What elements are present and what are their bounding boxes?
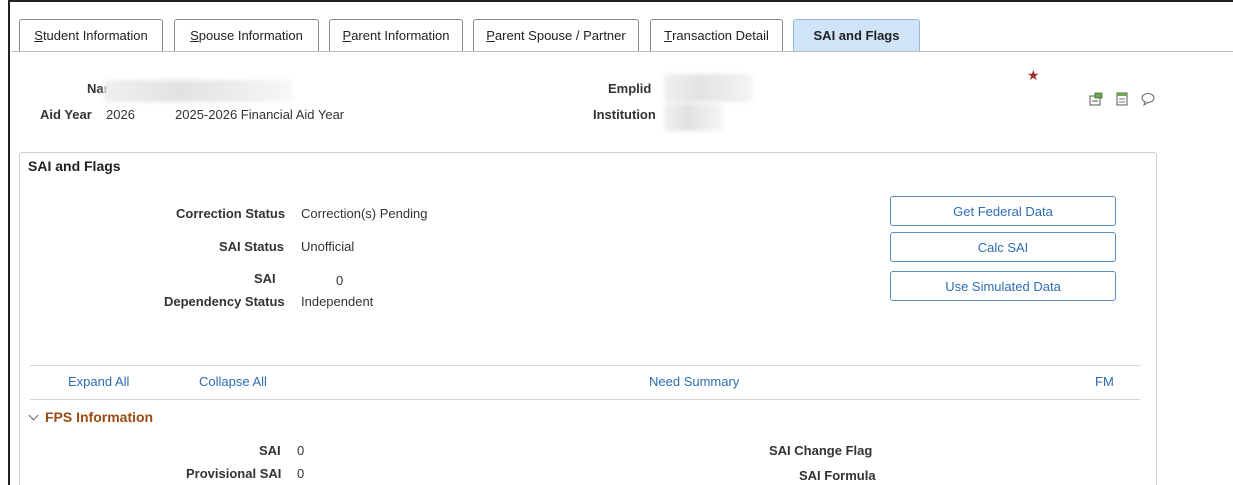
use-simulated-data-button[interactable]: Use Simulated Data [890,271,1116,301]
collapse-all-link[interactable]: Collapse All [199,374,267,389]
fps-sai-value: 0 [297,443,305,458]
provisional-sai-label: Provisional SAI [186,466,282,481]
related-info-icon[interactable] [1089,92,1103,106]
tab-label: arent Spouse / Partner [494,28,626,43]
tab-sai-and-flags[interactable]: SAI and Flags [793,19,920,51]
section-title: SAI and Flags [28,158,121,174]
aid-year-description: 2025-2026 Financial Aid Year [175,107,345,122]
emplid-value-redacted [664,74,754,102]
aid-year-label: Aid Year [40,107,92,122]
notepad-icon[interactable] [1115,92,1129,106]
correction-status-label: Correction Status [176,206,286,221]
dependency-status-label: Dependency Status [164,294,285,309]
tab-parent-spouse-partner[interactable]: Parent Spouse / Partner [473,19,639,51]
tab-spouse-information[interactable]: Spouse Information [174,19,319,51]
sai-status-value: Unofficial [301,239,355,254]
required-star-icon: ★ [1027,67,1040,83]
comment-icon[interactable] [1141,92,1155,107]
chevron-down-icon [28,410,39,421]
emplid-label: Emplid [608,81,652,96]
need-summary-link[interactable]: Need Summary [649,374,739,389]
tab-divider [12,51,1233,52]
expand-all-link[interactable]: Expand All [68,374,129,389]
sai-and-flags-section: SAI and Flags Correction Status Correcti… [19,152,1157,485]
sai-value: 0 [336,273,344,288]
institution-label: Institution [593,107,656,122]
tab-label: pouse Information [198,28,303,43]
links-top-divider [30,365,1140,366]
tab-transaction-detail[interactable]: Transaction Detail [650,19,783,51]
tab-label: SAI and Flags [813,28,900,43]
tab-student-information[interactable]: Student Information [19,19,163,51]
get-federal-data-button[interactable]: Get Federal Data [890,196,1116,226]
aid-year-value: 2026 [106,107,135,122]
sai-label: SAI [254,271,276,286]
fm-link[interactable]: FM [1095,374,1114,389]
name-value-redacted [104,80,292,102]
dependency-status-value: Independent [301,294,374,309]
tab-label: tudent Information [42,28,148,43]
correction-status-value: Correction(s) Pending [301,206,428,221]
sai-status-label: SAI Status [219,239,285,254]
fps-information-toggle[interactable]: FPS Information [28,409,154,425]
tab-parent-information[interactable]: Parent Information [329,19,463,51]
links-bottom-divider [30,399,1140,400]
calc-sai-button[interactable]: Calc SAI [890,232,1116,262]
fps-sai-label: SAI [259,443,281,458]
tab-label: ransaction Detail [672,28,769,43]
sai-change-flag-label: SAI Change Flag [769,443,873,458]
tab-label: arent Information [351,28,450,43]
fps-information-title: FPS Information [45,409,154,425]
provisional-sai-value: 0 [297,466,305,481]
sai-formula-label: SAI Formula [799,468,876,483]
institution-value-redacted [664,103,724,131]
